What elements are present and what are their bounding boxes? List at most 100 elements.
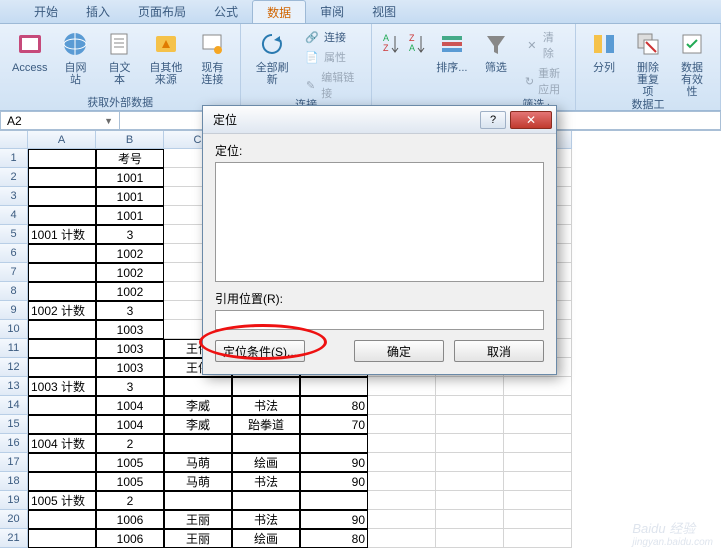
- cell-I13[interactable]: [504, 377, 572, 396]
- cell-A21[interactable]: [28, 529, 96, 548]
- from-text-button[interactable]: 自文本: [97, 26, 141, 88]
- row-header-21[interactable]: 21: [0, 529, 28, 548]
- cell-C15[interactable]: 李威: [164, 415, 232, 434]
- tab-layout[interactable]: 页面布局: [124, 0, 200, 23]
- help-button[interactable]: ?: [480, 111, 506, 129]
- cell-A12[interactable]: [28, 358, 96, 377]
- tab-formula[interactable]: 公式: [200, 0, 252, 23]
- sort-button[interactable]: 排序...: [430, 26, 474, 76]
- tab-data[interactable]: 数据: [252, 0, 306, 23]
- row-header-3[interactable]: 3: [0, 187, 28, 206]
- cell-A20[interactable]: [28, 510, 96, 529]
- sort-asc-button[interactable]: AZ: [378, 26, 404, 62]
- row-header-4[interactable]: 4: [0, 206, 28, 225]
- cell-E18[interactable]: 90: [300, 472, 368, 491]
- cell-D20[interactable]: 书法: [232, 510, 300, 529]
- cell-B9[interactable]: 3: [96, 301, 164, 320]
- cell-C13[interactable]: [164, 377, 232, 396]
- cell-H16[interactable]: [436, 434, 504, 453]
- cell-A17[interactable]: [28, 453, 96, 472]
- cell-G20[interactable]: [368, 510, 436, 529]
- row-header-15[interactable]: 15: [0, 415, 28, 434]
- cell-G21[interactable]: [368, 529, 436, 548]
- cell-C16[interactable]: [164, 434, 232, 453]
- cell-B20[interactable]: 1006: [96, 510, 164, 529]
- cell-D21[interactable]: 绘画: [232, 529, 300, 548]
- cell-B12[interactable]: 1003: [96, 358, 164, 377]
- row-header-2[interactable]: 2: [0, 168, 28, 187]
- cell-B14[interactable]: 1004: [96, 396, 164, 415]
- cell-A6[interactable]: [28, 244, 96, 263]
- row-header-12[interactable]: 12: [0, 358, 28, 377]
- cell-E21[interactable]: 80: [300, 529, 368, 548]
- row-header-10[interactable]: 10: [0, 320, 28, 339]
- cell-D15[interactable]: 跆拳道: [232, 415, 300, 434]
- from-access-button[interactable]: Access: [6, 26, 53, 76]
- row-header-11[interactable]: 11: [0, 339, 28, 358]
- cell-H15[interactable]: [436, 415, 504, 434]
- cell-A9[interactable]: 1002 计数: [28, 301, 96, 320]
- cell-H17[interactable]: [436, 453, 504, 472]
- cell-I21[interactable]: [504, 529, 572, 548]
- row-header-17[interactable]: 17: [0, 453, 28, 472]
- row-header-9[interactable]: 9: [0, 301, 28, 320]
- cell-H19[interactable]: [436, 491, 504, 510]
- from-web-button[interactable]: 自网站: [53, 26, 97, 88]
- filter-button[interactable]: 筛选: [474, 26, 518, 76]
- cell-C19[interactable]: [164, 491, 232, 510]
- cell-B7[interactable]: 1002: [96, 263, 164, 282]
- cell-G19[interactable]: [368, 491, 436, 510]
- cell-A2[interactable]: [28, 168, 96, 187]
- cell-G18[interactable]: [368, 472, 436, 491]
- properties-button[interactable]: 📄属性: [301, 48, 361, 66]
- cell-D14[interactable]: 书法: [232, 396, 300, 415]
- cell-B2[interactable]: 1001: [96, 168, 164, 187]
- cell-A16[interactable]: 1004 计数: [28, 434, 96, 453]
- cell-G16[interactable]: [368, 434, 436, 453]
- cell-E19[interactable]: [300, 491, 368, 510]
- cell-A7[interactable]: [28, 263, 96, 282]
- tab-view[interactable]: 视图: [358, 0, 410, 23]
- cell-A19[interactable]: 1005 计数: [28, 491, 96, 510]
- cell-C18[interactable]: 马萌: [164, 472, 232, 491]
- row-header-18[interactable]: 18: [0, 472, 28, 491]
- tab-review[interactable]: 审阅: [306, 0, 358, 23]
- cell-D13[interactable]: [232, 377, 300, 396]
- cell-C20[interactable]: 王丽: [164, 510, 232, 529]
- cell-B19[interactable]: 2: [96, 491, 164, 510]
- cell-E16[interactable]: [300, 434, 368, 453]
- cell-A4[interactable]: [28, 206, 96, 225]
- close-button[interactable]: ✕: [510, 111, 552, 129]
- cell-B10[interactable]: 1003: [96, 320, 164, 339]
- cancel-button[interactable]: 取消: [454, 340, 544, 362]
- cell-H20[interactable]: [436, 510, 504, 529]
- cell-A18[interactable]: [28, 472, 96, 491]
- col-header-B[interactable]: B: [96, 131, 164, 149]
- cell-C21[interactable]: 王丽: [164, 529, 232, 548]
- cell-I16[interactable]: [504, 434, 572, 453]
- cell-E14[interactable]: 80: [300, 396, 368, 415]
- from-other-button[interactable]: 自其他来源: [141, 26, 190, 88]
- connections-button[interactable]: 🔗连接: [301, 28, 361, 46]
- data-validation-button[interactable]: 数据有效性: [670, 26, 714, 100]
- cell-B5[interactable]: 3: [96, 225, 164, 244]
- cell-A15[interactable]: [28, 415, 96, 434]
- cell-A14[interactable]: [28, 396, 96, 415]
- row-header-13[interactable]: 13: [0, 377, 28, 396]
- cell-D18[interactable]: 书法: [232, 472, 300, 491]
- cell-G13[interactable]: [368, 377, 436, 396]
- cell-H13[interactable]: [436, 377, 504, 396]
- tab-insert[interactable]: 插入: [72, 0, 124, 23]
- cell-G17[interactable]: [368, 453, 436, 472]
- existing-conn-button[interactable]: 现有连接: [190, 26, 234, 88]
- cell-B13[interactable]: 3: [96, 377, 164, 396]
- cell-E17[interactable]: 90: [300, 453, 368, 472]
- clear-filter-button[interactable]: ✕清除: [522, 28, 565, 62]
- cell-A10[interactable]: [28, 320, 96, 339]
- cell-H21[interactable]: [436, 529, 504, 548]
- cell-B21[interactable]: 1006: [96, 529, 164, 548]
- name-box[interactable]: A2 ▼: [0, 111, 120, 130]
- cell-B6[interactable]: 1002: [96, 244, 164, 263]
- cell-H18[interactable]: [436, 472, 504, 491]
- cell-B16[interactable]: 2: [96, 434, 164, 453]
